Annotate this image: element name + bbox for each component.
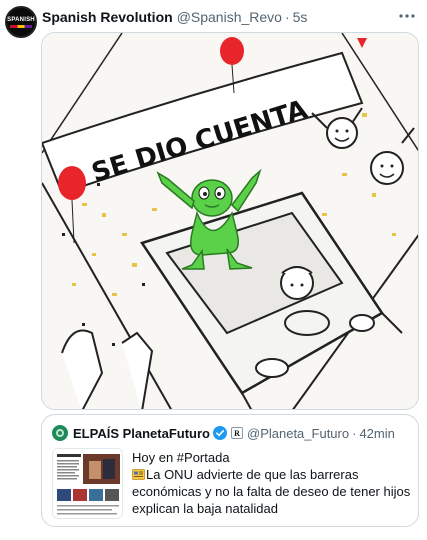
- post-time[interactable]: 5s: [293, 9, 308, 25]
- quoted-line-2: La ONU advierte de que las barreras econ…: [132, 466, 414, 517]
- quoted-line-3: ...: [132, 518, 143, 527]
- quoted-post-header: ELPAÍS PlanetaFuturo R @Planeta_Futuro ·…: [52, 424, 395, 442]
- avatar-stripe: [10, 24, 32, 28]
- author-name[interactable]: Spanish Revolution: [42, 9, 173, 25]
- verified-badge-icon: [213, 426, 227, 440]
- quoted-author-handle[interactable]: @Planeta_Futuro: [247, 426, 349, 441]
- meme-illustration: SE DIO CUENTA: [42, 33, 418, 409]
- quoted-separator: ·: [352, 425, 357, 441]
- quoted-line-2-text: La ONU advierte de que las barreras econ…: [132, 467, 411, 516]
- more-options-button[interactable]: [397, 8, 417, 24]
- quoted-line-1: Hoy en #Portada: [132, 450, 230, 465]
- newspaper-cover-image: [53, 449, 122, 518]
- more-horizontal-icon: [399, 14, 415, 18]
- elpais-avatar[interactable]: [52, 425, 68, 441]
- quoted-thumbnail[interactable]: [52, 448, 123, 519]
- quoted-time[interactable]: 42min: [359, 426, 394, 441]
- quoted-text: Hoy en #Portada La ONU advierte de que l…: [132, 449, 414, 527]
- author-handle[interactable]: @Spanish_Revo: [177, 9, 282, 25]
- newspaper-emoji-icon: [132, 469, 145, 480]
- quoted-post[interactable]: ELPAÍS PlanetaFuturo R @Planeta_Futuro ·…: [41, 414, 419, 527]
- post-media-image[interactable]: SE DIO CUENTA: [41, 32, 419, 410]
- avatar-text: SPANISH: [7, 16, 35, 23]
- author-avatar[interactable]: SPANISH: [5, 6, 37, 38]
- post-header: Spanish Revolution @Spanish_Revo · 5s: [42, 8, 387, 26]
- affiliate-badge-icon: R: [231, 427, 243, 439]
- quoted-author-name[interactable]: ELPAÍS PlanetaFuturo: [73, 426, 210, 441]
- header-separator: ·: [284, 9, 290, 25]
